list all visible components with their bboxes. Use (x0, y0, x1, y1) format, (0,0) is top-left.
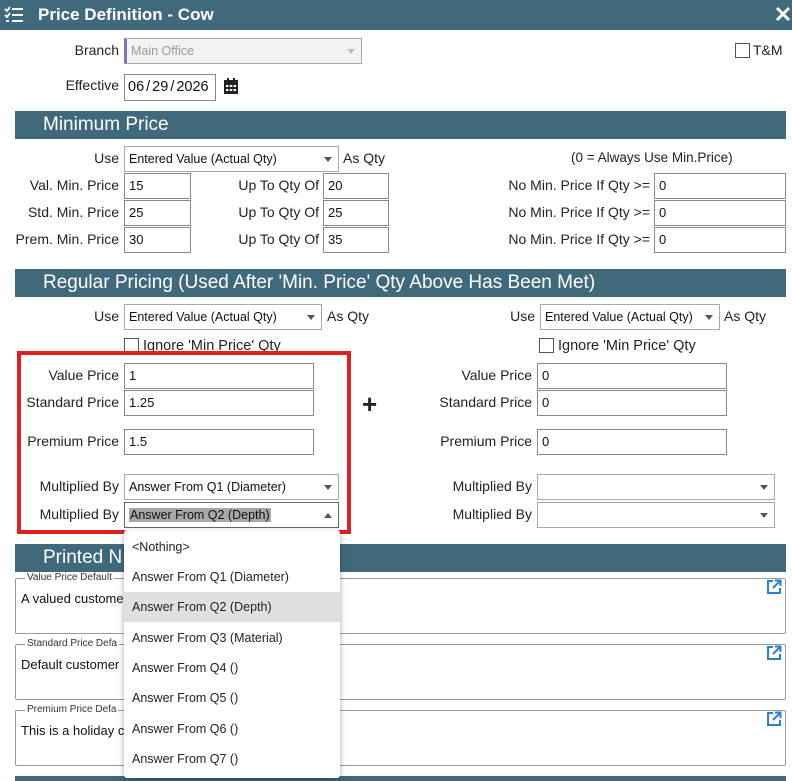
dropdown-option[interactable]: Answer From Q1 (Diameter) (124, 562, 340, 592)
prem-upto-label: Up To Qty Of (238, 231, 319, 247)
val-upto-label: Up To Qty Of (238, 177, 319, 193)
highlight-box (17, 351, 351, 534)
prem-upto-input[interactable]: 35 (323, 227, 389, 253)
prem-nomin-input[interactable]: 0 (654, 227, 786, 253)
external-link-icon[interactable] (766, 645, 782, 661)
reg-right-use-value: Entered Value (Actual Qty) (545, 310, 693, 324)
tm-label: T&M (753, 42, 783, 58)
dropdown-option[interactable]: Answer From Q5 () (124, 683, 340, 713)
reg-left-use-select[interactable]: Entered Value (Actual Qty) (124, 304, 322, 330)
minimum-price-header: Minimum Price (15, 111, 786, 139)
prem-min-price-label: Prem. Min. Price (15, 231, 119, 247)
dropdown-option[interactable]: Answer From Q7 () (124, 744, 340, 774)
std-min-price-label: Std. Min. Price (27, 204, 119, 220)
std-upto-input[interactable]: 25 (323, 200, 389, 226)
min-note: (0 = Always Use Min.Price) (571, 150, 733, 165)
effective-label: Effective (65, 77, 119, 93)
reg-right-value-price-label: Value Price (461, 367, 532, 383)
standard-note-text: Default customer (21, 657, 120, 672)
printed-notes-title: Printed N (43, 547, 123, 568)
val-min-price-label: Val. Min. Price (29, 177, 119, 193)
std-min-price-input[interactable]: 25 (124, 200, 191, 226)
value-note-text: A valued customer (21, 591, 128, 606)
date-year: 2026 (176, 79, 209, 95)
reg-right-premium-price-input[interactable]: 0 (537, 429, 727, 455)
reg-left-use-label: Use (94, 308, 119, 324)
reg-right-mult2-label: Multiplied By (452, 506, 532, 522)
reg-right-mult2-select[interactable] (537, 502, 775, 528)
close-icon[interactable] (775, 6, 791, 22)
std-nomin-input[interactable]: 0 (654, 200, 786, 226)
regular-pricing-title: Regular Pricing (Used After 'Min. Price'… (43, 272, 596, 293)
list-menu-icon[interactable] (4, 6, 24, 24)
reg-right-ignore-label: Ignore 'Min Price' Qty (558, 338, 696, 354)
dropdown-option[interactable]: Answer From Q4 () (124, 653, 340, 683)
reg-right-use-select[interactable]: Entered Value (Actual Qty) (540, 304, 720, 330)
branch-value: Main Office (131, 44, 194, 58)
val-nomin-input[interactable]: 0 (654, 173, 786, 199)
std-nomin-label: No Min. Price If Qty >= (508, 204, 650, 220)
premium-note-legend: Premium Price Defa (25, 704, 119, 715)
effective-date-input[interactable]: 06/29/2026 (124, 74, 216, 101)
min-as-qty-label: As Qty (343, 150, 386, 166)
min-use-value: Entered Value (Actual Qty) (129, 152, 277, 166)
reg-right-mult1-select[interactable] (537, 474, 775, 500)
date-day: 29 (152, 79, 169, 95)
title-bar: Price Definition - Cow (0, 0, 792, 30)
min-use-label: Use (94, 150, 119, 166)
val-upto-input[interactable]: 20 (323, 173, 389, 199)
reg-right-as-qty-label: As Qty (724, 308, 767, 324)
date-month: 06 (128, 79, 145, 95)
date-sep-1: / (146, 79, 151, 95)
prem-nomin-label: No Min. Price If Qty >= (508, 231, 650, 247)
premium-note-text: This is a holiday cu (21, 723, 132, 738)
dropdown-option[interactable]: Answer From Q3 (Material) (124, 623, 340, 653)
reg-right-standard-price-input[interactable]: 0 (537, 390, 727, 416)
val-min-price-input[interactable]: 15 (124, 173, 191, 199)
reg-left-as-qty-label: As Qty (327, 308, 370, 324)
reg-right-standard-price-label: Standard Price (439, 394, 532, 410)
reg-right-value-price-input[interactable]: 0 (537, 363, 727, 389)
branch-select[interactable]: Main Office (124, 38, 362, 64)
minimum-price-title: Minimum Price (43, 114, 169, 135)
dropdown-option-selected[interactable]: Answer From Q2 (Depth) (124, 592, 340, 622)
external-link-icon[interactable] (766, 579, 782, 595)
prem-min-price-input[interactable]: 30 (124, 227, 191, 253)
min-use-select[interactable]: Entered Value (Actual Qty) (124, 146, 339, 172)
reg-right-mult1-label: Multiplied By (452, 478, 532, 494)
tm-checkbox[interactable] (735, 43, 750, 58)
reg-right-use-label: Use (510, 308, 535, 324)
regular-pricing-header: Regular Pricing (Used After 'Min. Price'… (15, 269, 786, 297)
standard-note-legend: Standard Price Defa (25, 638, 120, 649)
external-link-icon[interactable] (766, 711, 782, 727)
plus-sign: + (362, 389, 378, 419)
reg-right-premium-price-label: Premium Price (440, 433, 532, 449)
dropdown-option[interactable]: <Nothing> (124, 532, 340, 562)
multiplier-dropdown-list: <Nothing> Answer From Q1 (Diameter) Answ… (124, 530, 340, 778)
reg-left-use-value: Entered Value (Actual Qty) (129, 310, 277, 324)
val-nomin-label: No Min. Price If Qty >= (508, 177, 650, 193)
value-note-legend: Value Price Default (25, 572, 114, 583)
window-title: Price Definition - Cow (38, 5, 214, 24)
dropdown-option[interactable]: Answer From Q6 () (124, 714, 340, 744)
date-sep-2: / (170, 79, 175, 95)
std-upto-label: Up To Qty Of (238, 204, 319, 220)
branch-label: Branch (74, 42, 119, 58)
calendar-icon[interactable] (223, 78, 239, 95)
reg-right-ignore-checkbox[interactable] (539, 338, 554, 353)
